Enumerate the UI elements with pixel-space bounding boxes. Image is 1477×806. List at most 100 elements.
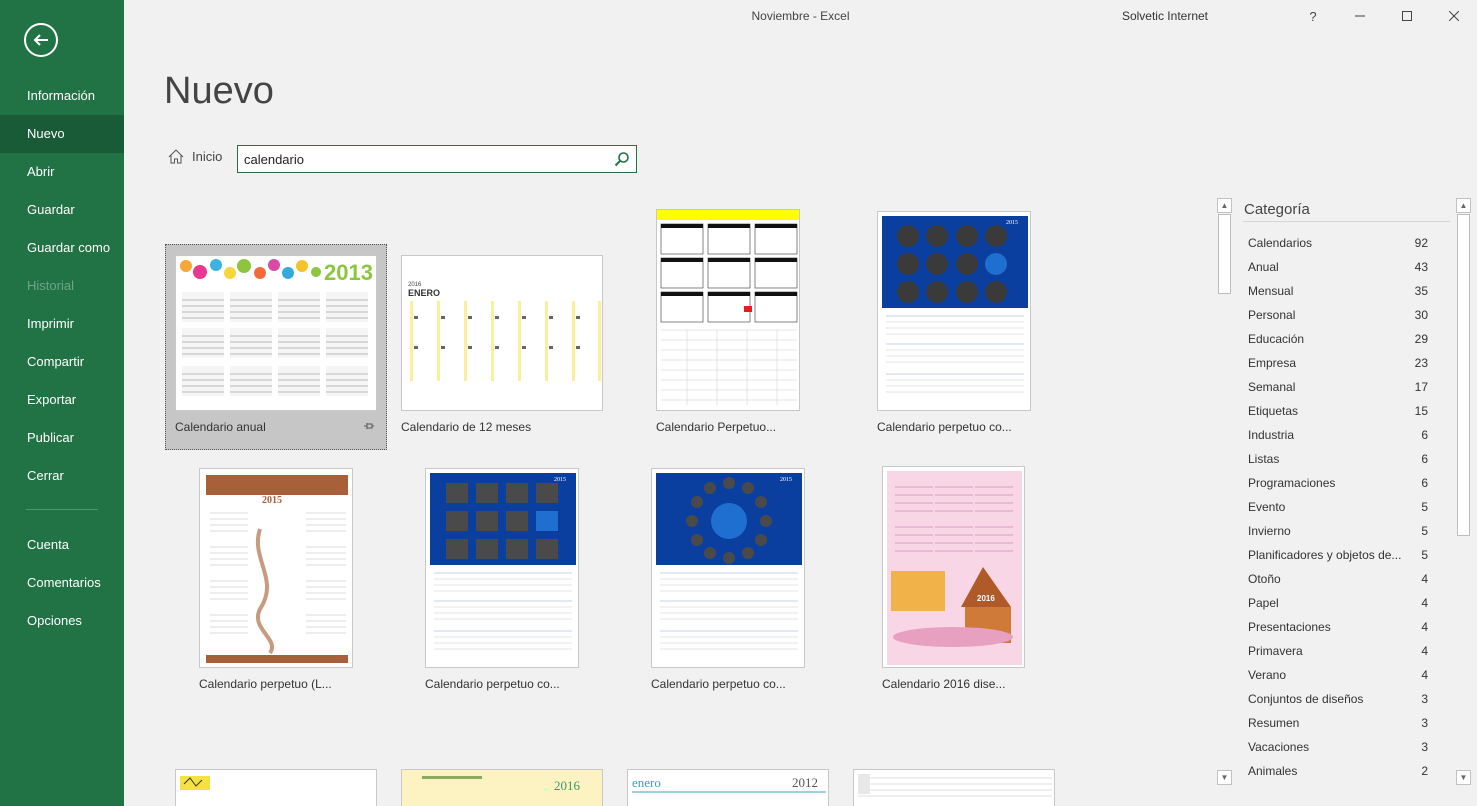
category-item[interactable]: Otoño 4: [1243, 567, 1433, 591]
thumbnail-image: 2016: [402, 770, 602, 806]
category-count: 6: [1421, 476, 1428, 490]
sidebar-item-guardar[interactable]: Guardar: [0, 191, 124, 229]
template-card[interactable]: 2013 Calendario anual: [165, 244, 387, 450]
sidebar-item-abrir[interactable]: Abrir: [0, 153, 124, 191]
scroll-down-arrow[interactable]: ▼: [1217, 770, 1232, 785]
minimize-icon: [1355, 15, 1365, 17]
category-count: 4: [1421, 620, 1428, 634]
template-thumbnail: 2015: [425, 468, 579, 668]
search-input[interactable]: [238, 146, 608, 172]
template-thumbnail: 2013: [175, 255, 377, 411]
home-link-label: Inicio: [192, 149, 223, 164]
category-count: 35: [1414, 284, 1428, 298]
account-name[interactable]: Solvetic Internet: [1122, 9, 1208, 23]
maximize-button[interactable]: [1384, 0, 1430, 32]
category-name: Calendarios: [1248, 236, 1313, 250]
page-title: Nuevo: [164, 70, 274, 112]
sidebar-item-guardar-como[interactable]: Guardar como: [0, 229, 124, 267]
sidebar-item-imprimir[interactable]: Imprimir: [0, 305, 124, 343]
template-card[interactable]: Calendario Perpetuo...: [656, 209, 800, 445]
template-card[interactable]: 2015 Calendario perpetuo co...: [877, 211, 1031, 445]
template-thumbnail: 2015: [651, 468, 805, 668]
category-count: 23: [1414, 356, 1428, 370]
category-item[interactable]: Primavera 4: [1243, 639, 1433, 663]
thumbnail-image: [180, 776, 210, 790]
template-label: Calendario perpetuo co...: [425, 677, 560, 691]
category-item[interactable]: Vacaciones 3: [1243, 735, 1433, 759]
left-scrollbar[interactable]: ▲ ▼: [1217, 198, 1232, 786]
sidebar-item-publicar[interactable]: Publicar: [0, 419, 124, 457]
category-item[interactable]: Etiquetas 15: [1243, 399, 1433, 423]
category-item[interactable]: Invierno 5: [1243, 519, 1433, 543]
search-icon[interactable]: [614, 151, 630, 167]
sidebar-item-cerrar[interactable]: Cerrar: [0, 457, 124, 495]
category-item[interactable]: Industria 6: [1243, 423, 1433, 447]
template-card[interactable]: 2016: [401, 769, 603, 806]
template-thumbnail: [853, 769, 1055, 806]
category-item[interactable]: Semanal 17: [1243, 375, 1433, 399]
category-item[interactable]: Mensual 35: [1243, 279, 1433, 303]
category-list: Calendarios 92 Anual 43 Mensual 35 Personal…: [1243, 231, 1433, 783]
category-item[interactable]: Papel 4: [1243, 591, 1433, 615]
template-month: enero: [632, 775, 661, 790]
category-item[interactable]: Personal 30: [1243, 303, 1433, 327]
category-item[interactable]: Verano 4: [1243, 663, 1433, 687]
template-card[interactable]: 2015 Calendario perpetuo (L...: [199, 468, 353, 694]
template-card[interactable]: 2015 Calendario perpetuo co...: [651, 468, 805, 694]
category-name: Anual: [1248, 260, 1279, 274]
category-name: Otoño: [1248, 572, 1281, 586]
sidebar-item-nuevo[interactable]: Nuevo: [0, 115, 124, 153]
category-item[interactable]: Evento 5: [1243, 495, 1433, 519]
sidebar-item-exportar[interactable]: Exportar: [0, 381, 124, 419]
sidebar-item-cuenta[interactable]: Cuenta: [0, 526, 124, 564]
template-thumbnail: enero 2012: [627, 769, 829, 806]
template-year: 2015: [262, 495, 282, 506]
category-name: Programaciones: [1248, 476, 1336, 490]
sidebar-item-historial: Historial: [27, 278, 74, 293]
scroll-up-arrow[interactable]: ▲: [1217, 198, 1232, 213]
category-name: Verano: [1248, 668, 1287, 682]
category-item[interactable]: Presentaciones 4: [1243, 615, 1433, 639]
pin-icon[interactable]: [363, 420, 375, 432]
category-name: Presentaciones: [1248, 620, 1331, 634]
category-item[interactable]: Educación 29: [1243, 327, 1433, 351]
sidebar-item-opciones[interactable]: Opciones: [0, 602, 124, 640]
category-item[interactable]: Conjuntos de diseños 3: [1243, 687, 1433, 711]
category-count: 17: [1414, 380, 1428, 394]
template-card[interactable]: enero 2012: [627, 769, 829, 806]
right-scrollbar[interactable]: ▲ ▼: [1456, 198, 1471, 786]
home-link[interactable]: Inicio: [168, 149, 222, 164]
thumbnail-image: 2015: [430, 473, 576, 650]
minimize-button[interactable]: [1337, 0, 1383, 32]
template-label: Calendario de 12 meses: [401, 420, 532, 434]
scroll-thumb[interactable]: [1457, 214, 1470, 536]
sidebar-item-informacion[interactable]: Información: [0, 77, 124, 115]
template-card[interactable]: 2016 ENERO Calendario de 12 meses: [401, 255, 603, 445]
template-card[interactable]: [853, 769, 1055, 806]
scroll-down-arrow[interactable]: ▼: [1456, 770, 1471, 785]
sidebar-item-comentarios[interactable]: Comentarios: [0, 564, 124, 602]
category-item[interactable]: Listas 6: [1243, 447, 1433, 471]
close-button[interactable]: [1431, 0, 1477, 32]
back-button[interactable]: [24, 23, 58, 57]
category-name: Conjuntos de diseños: [1248, 692, 1364, 706]
template-year: 2015: [780, 477, 792, 483]
template-card[interactable]: [175, 769, 377, 806]
category-item[interactable]: Calendarios 92: [1243, 231, 1433, 255]
template-card[interactable]: 2015 Calendario perpetuo co...: [425, 468, 579, 694]
category-item[interactable]: Anual 43: [1243, 255, 1433, 279]
category-item[interactable]: Animales 2: [1243, 759, 1433, 783]
sidebar-item-compartir[interactable]: Compartir: [0, 343, 124, 381]
category-name: Vacaciones: [1248, 740, 1310, 754]
scroll-up-arrow[interactable]: ▲: [1456, 198, 1471, 213]
thumbnail-image: 2015: [882, 216, 1028, 393]
scroll-thumb[interactable]: [1218, 214, 1231, 294]
template-thumbnail: [175, 769, 377, 806]
category-item[interactable]: Empresa 23: [1243, 351, 1433, 375]
category-item[interactable]: Resumen 3: [1243, 711, 1433, 735]
maximize-icon: [1402, 11, 1412, 21]
help-button[interactable]: ?: [1290, 0, 1336, 32]
category-item[interactable]: Programaciones 6: [1243, 471, 1433, 495]
category-item[interactable]: Planificadores y objetos de... 5: [1243, 543, 1433, 567]
template-card[interactable]: 2016 Calendario 2016 dise...: [882, 466, 1025, 694]
